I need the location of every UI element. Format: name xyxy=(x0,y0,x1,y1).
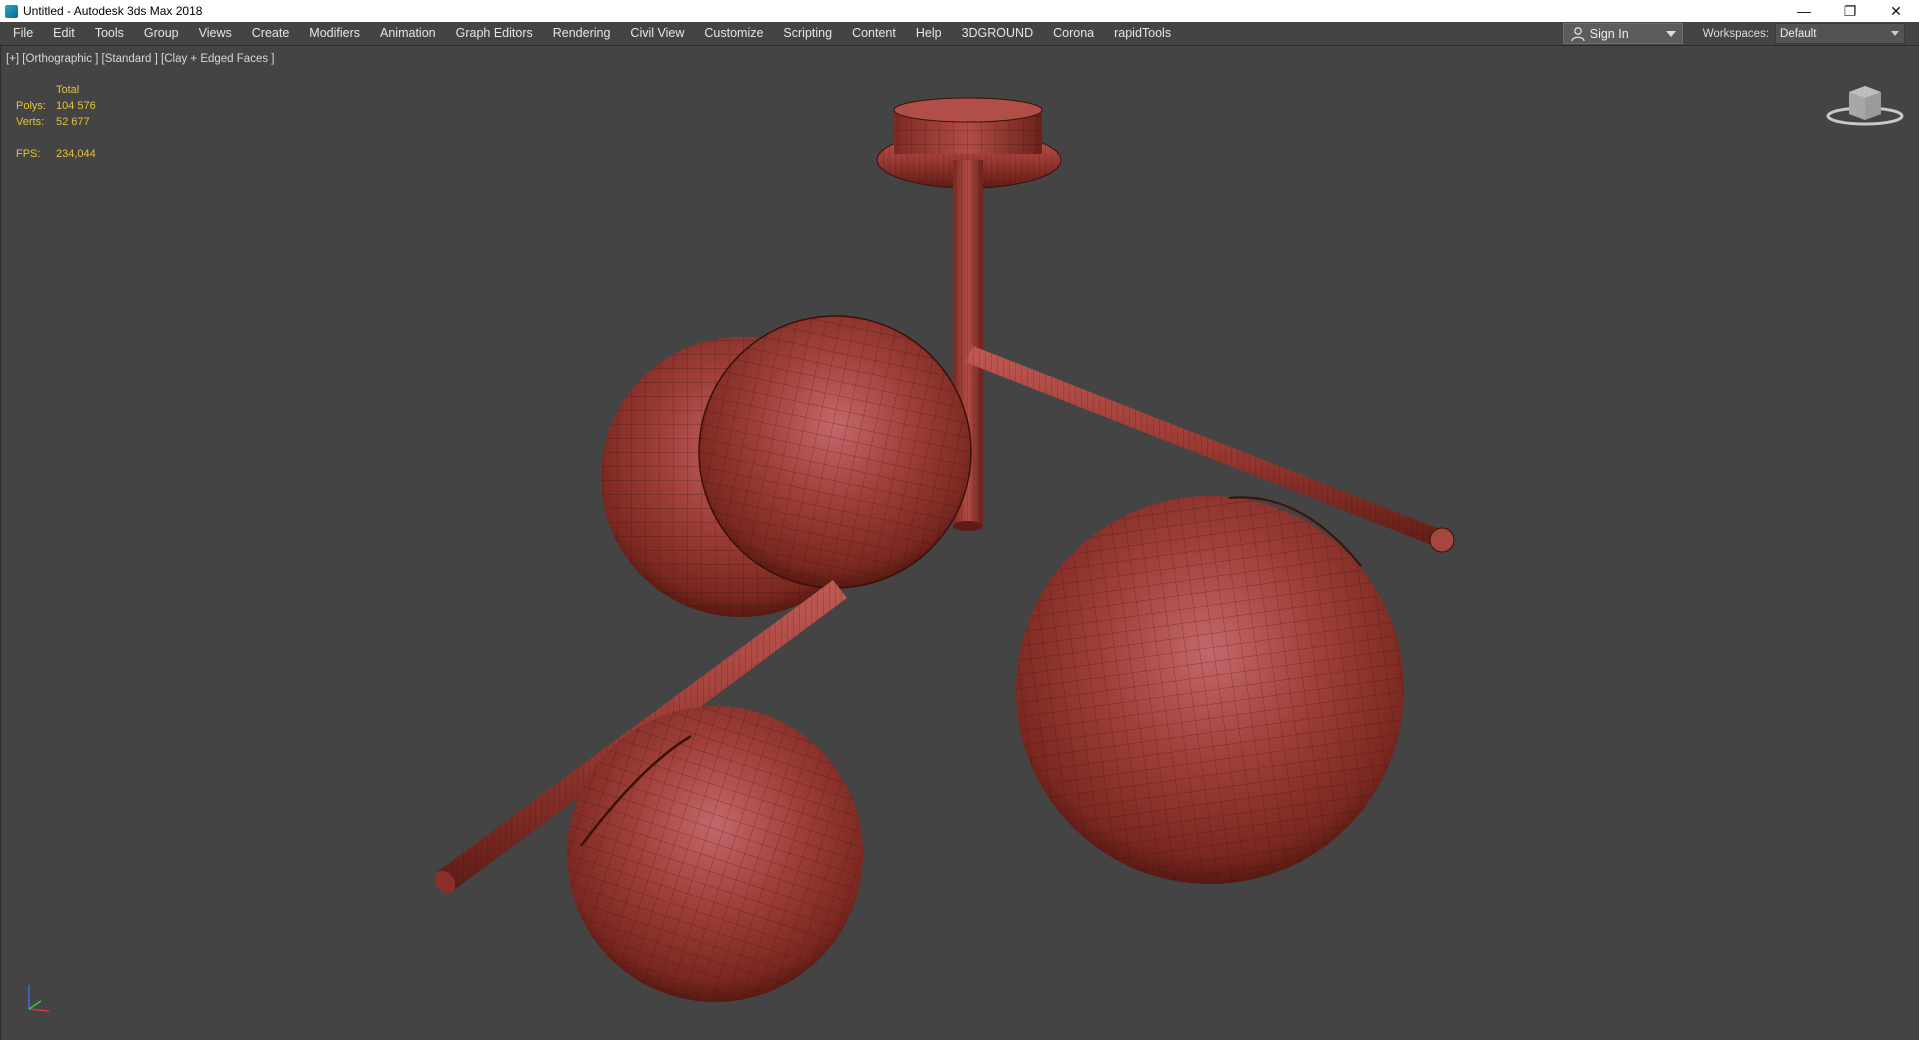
menu-graph-editors[interactable]: Graph Editors xyxy=(446,22,543,45)
sphere-bottom xyxy=(567,706,863,1002)
fps-label: FPS: xyxy=(16,148,41,160)
sphere-right-large xyxy=(1016,496,1404,884)
menu-content[interactable]: Content xyxy=(842,22,906,45)
fps-value: 234,044 xyxy=(56,148,96,160)
restore-button[interactable]: ❐ xyxy=(1827,0,1873,22)
menu-help[interactable]: Help xyxy=(906,22,952,45)
app-icon xyxy=(5,4,18,18)
chevron-down-icon xyxy=(1665,30,1676,37)
verts-label: Verts: xyxy=(16,116,45,128)
menu-rapidtools[interactable]: rapidTools xyxy=(1104,22,1181,45)
close-icon: ✕ xyxy=(1890,2,1902,19)
menu-animation[interactable]: Animation xyxy=(370,22,446,45)
menu-edit[interactable]: Edit xyxy=(43,22,85,45)
restore-icon: ❐ xyxy=(1843,2,1857,19)
viewport-label[interactable]: [+] [Orthographic ] [Standard ] [Clay + … xyxy=(6,53,274,65)
minimize-button[interactable]: — xyxy=(1781,0,1827,22)
menu-modifiers[interactable]: Modifiers xyxy=(299,22,370,45)
minimize-icon: — xyxy=(1797,3,1811,19)
polys-value: 104 576 xyxy=(56,100,96,112)
close-button[interactable]: ✕ xyxy=(1873,0,1919,22)
sign-in-label: Sign In xyxy=(1589,26,1629,41)
menu-rendering[interactable]: Rendering xyxy=(543,22,621,45)
viewport-scene[interactable] xyxy=(1,46,1918,1040)
verts-value: 52 677 xyxy=(56,116,90,128)
menu-group[interactable]: Group xyxy=(134,22,189,45)
title-bar: Untitled - Autodesk 3ds Max 2018 — ❐ ✕ xyxy=(0,0,1919,22)
workspace-select[interactable]: Default xyxy=(1775,23,1905,44)
workspace-value: Default xyxy=(1780,27,1817,40)
menu-civil-view[interactable]: Civil View xyxy=(620,22,694,45)
menu-file[interactable]: File xyxy=(0,22,43,45)
menu-views[interactable]: Views xyxy=(189,22,242,45)
perspective-viewport[interactable]: [+] [Orthographic ] [Standard ] [Clay + … xyxy=(0,46,1919,1040)
menu-scripting[interactable]: Scripting xyxy=(773,22,842,45)
axis-tripod-icon xyxy=(28,985,50,1012)
workspaces-label: Workspaces: xyxy=(1702,27,1769,40)
viewcube-icon[interactable] xyxy=(1825,78,1905,126)
polys-label: Polys: xyxy=(16,100,46,112)
menu-3dground[interactable]: 3DGROUND xyxy=(952,22,1044,45)
stats-header: Total xyxy=(56,84,80,96)
scene-statistics: Total Polys: 104 576 Verts: 52 677 FPS: 234… xyxy=(16,84,96,164)
menu-create[interactable]: Create xyxy=(242,22,300,45)
menu-bar: File Edit Tools Group Views Create Modif… xyxy=(0,22,1919,46)
menu-corona[interactable]: Corona xyxy=(1043,22,1104,45)
menu-customize[interactable]: Customize xyxy=(694,22,773,45)
window-title: Untitled - Autodesk 3ds Max 2018 xyxy=(23,4,203,18)
user-icon xyxy=(1571,26,1585,41)
sign-in-dropdown[interactable]: Sign In xyxy=(1562,23,1683,44)
chevron-down-icon xyxy=(1891,31,1899,36)
menu-tools[interactable]: Tools xyxy=(85,22,134,45)
